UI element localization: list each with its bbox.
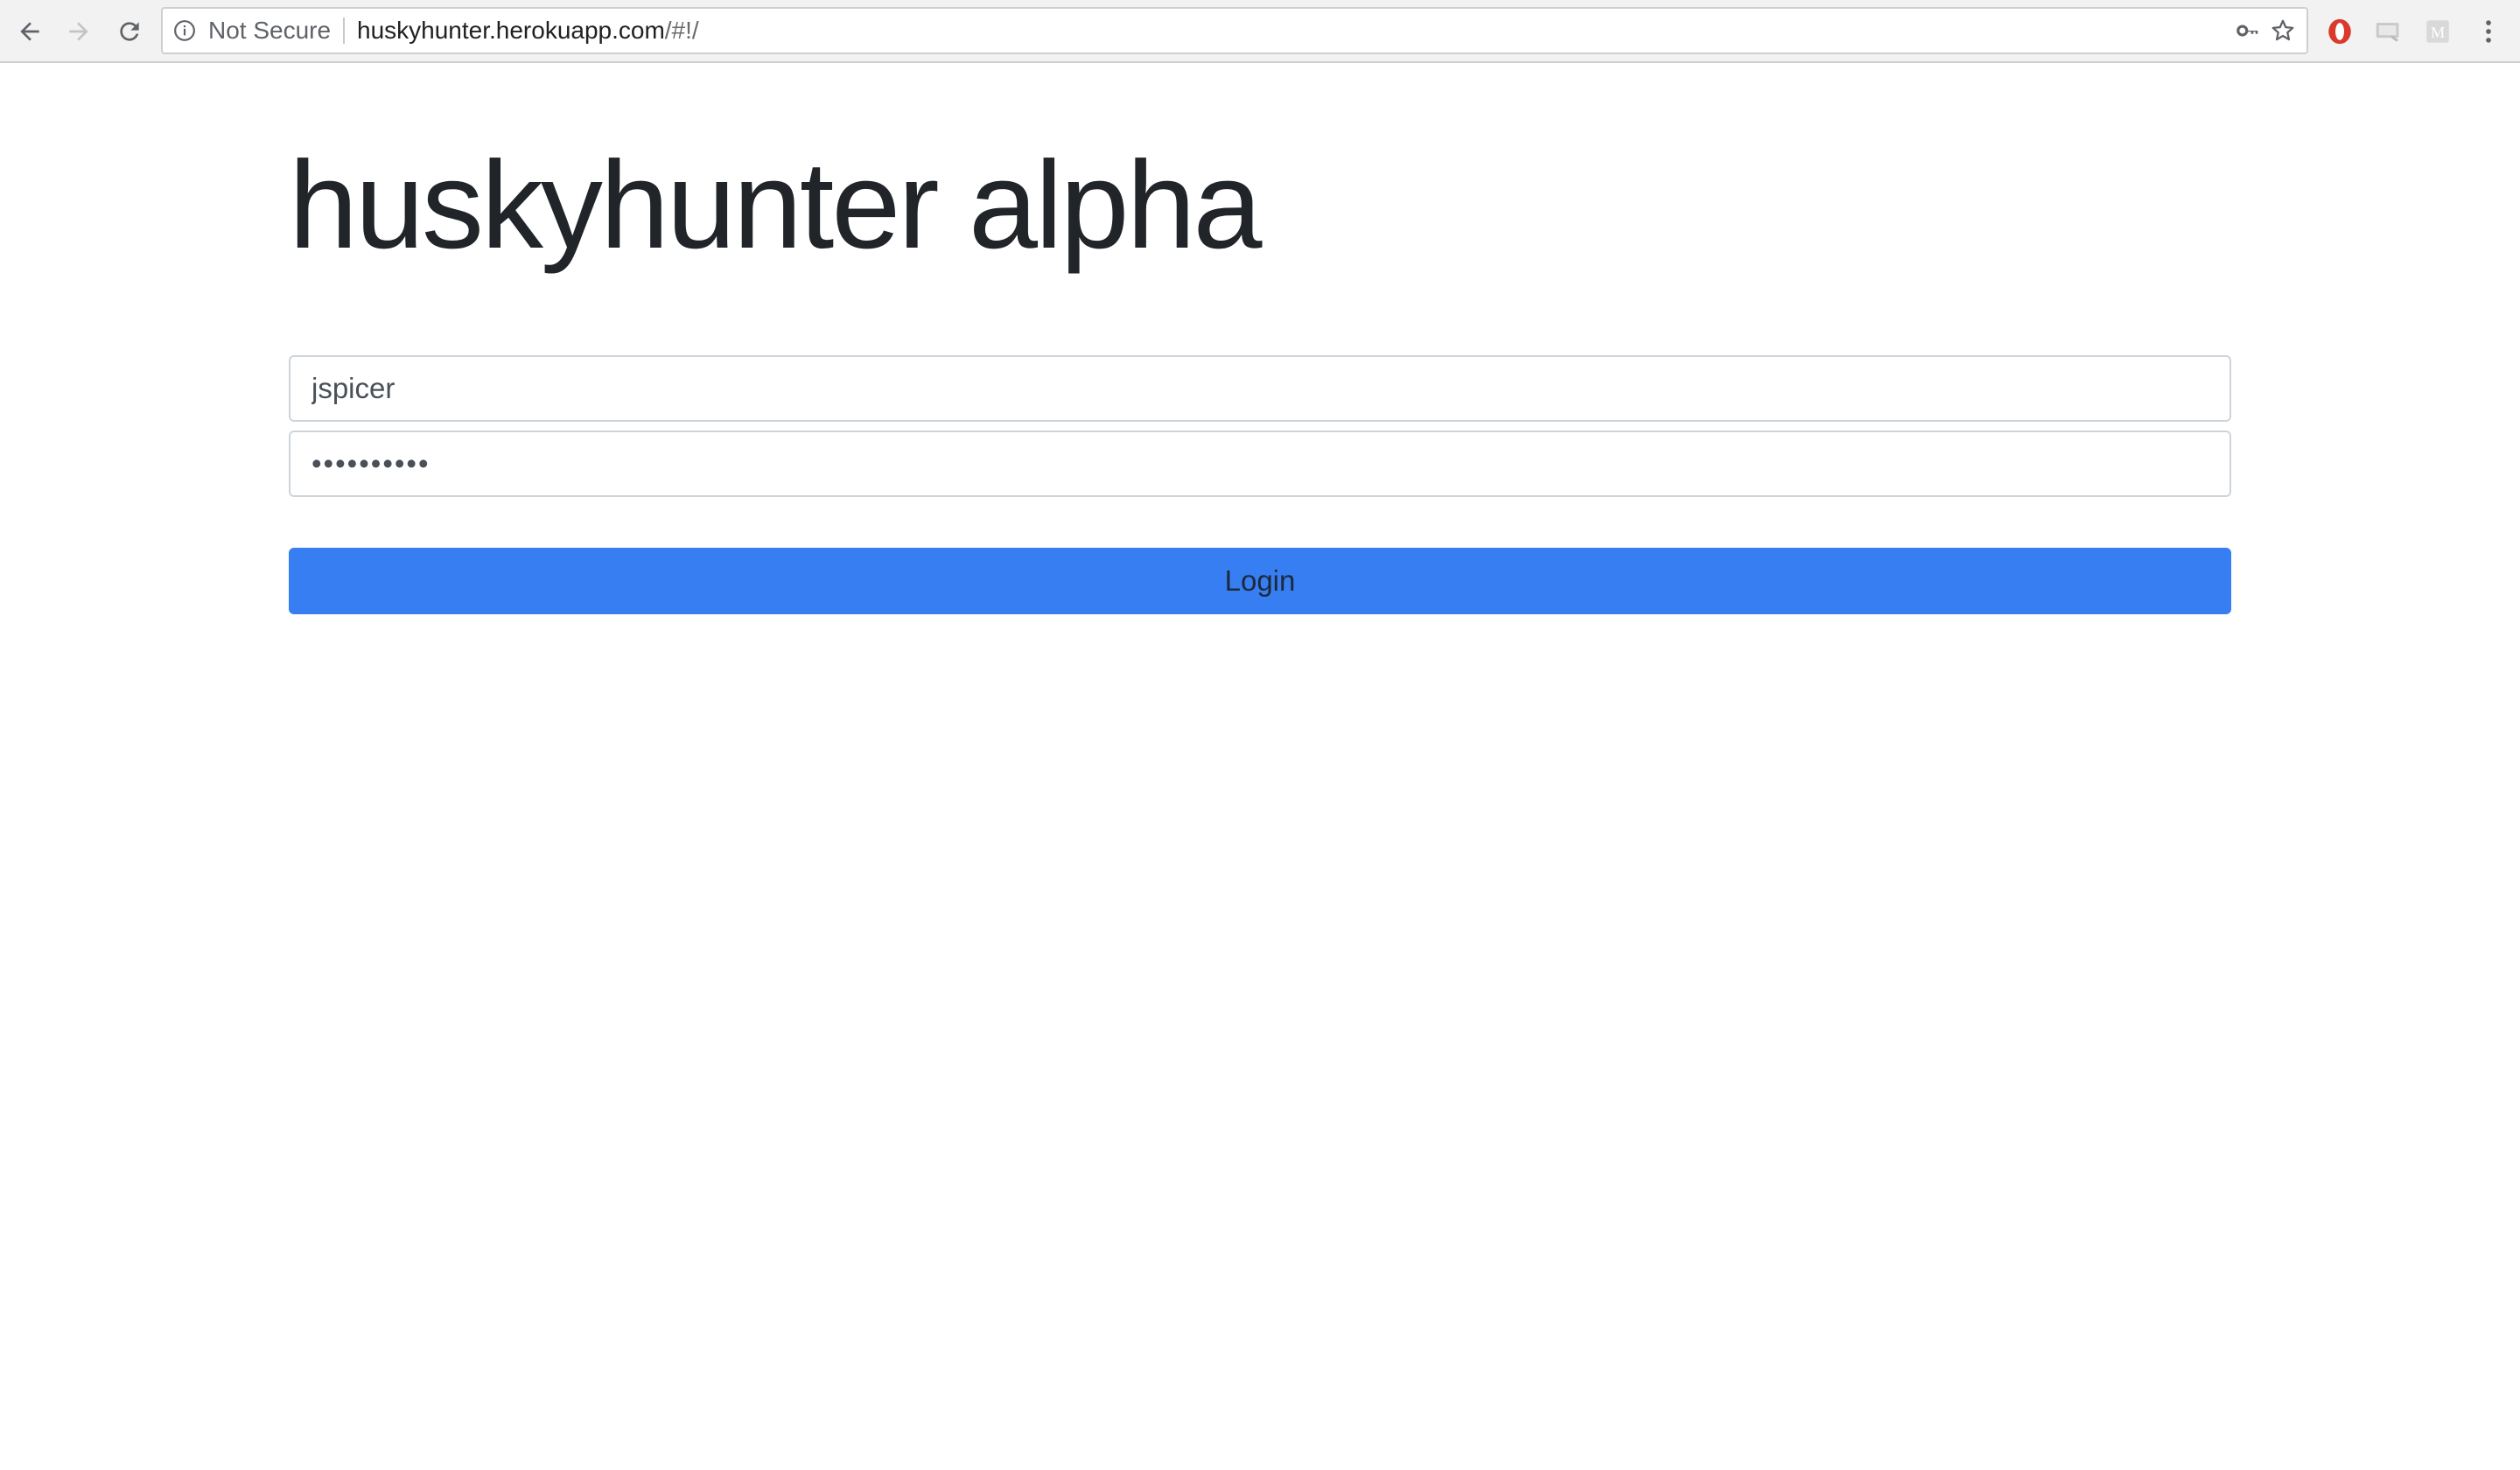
screen-extension-icon[interactable] — [2371, 14, 2406, 49]
url-path: /#!/ — [664, 17, 699, 44]
page-title: huskyhunter alpha — [289, 136, 1262, 275]
key-icon[interactable] — [2233, 16, 2263, 46]
url-divider — [343, 18, 345, 44]
forward-icon[interactable] — [60, 12, 98, 51]
url-host: huskyhunter.herokuapp.com — [357, 17, 665, 44]
url-text[interactable]: huskyhunter.herokuapp.com/#!/ — [357, 9, 699, 52]
star-icon[interactable] — [2268, 16, 2298, 46]
login-container: huskyhunter alpha Login — [289, 63, 2231, 614]
browser-toolbar: Not Secure huskyhunter.herokuapp.com/#!/… — [0, 0, 2520, 63]
info-icon[interactable] — [173, 19, 196, 42]
password-input[interactable] — [289, 430, 2231, 497]
svg-text:M: M — [2431, 24, 2445, 41]
address-bar[interactable]: Not Secure huskyhunter.herokuapp.com/#!/ — [161, 7, 2308, 54]
m-extension-icon[interactable]: M — [2420, 14, 2455, 49]
login-form: Login — [289, 355, 2231, 614]
menu-icon[interactable] — [2471, 14, 2506, 49]
username-input[interactable] — [289, 355, 2231, 422]
reload-icon[interactable] — [110, 12, 149, 51]
opera-extension-icon[interactable] — [2322, 14, 2357, 49]
back-icon[interactable] — [10, 12, 49, 51]
login-button[interactable]: Login — [289, 548, 2231, 614]
security-label[interactable]: Not Secure — [208, 9, 331, 52]
